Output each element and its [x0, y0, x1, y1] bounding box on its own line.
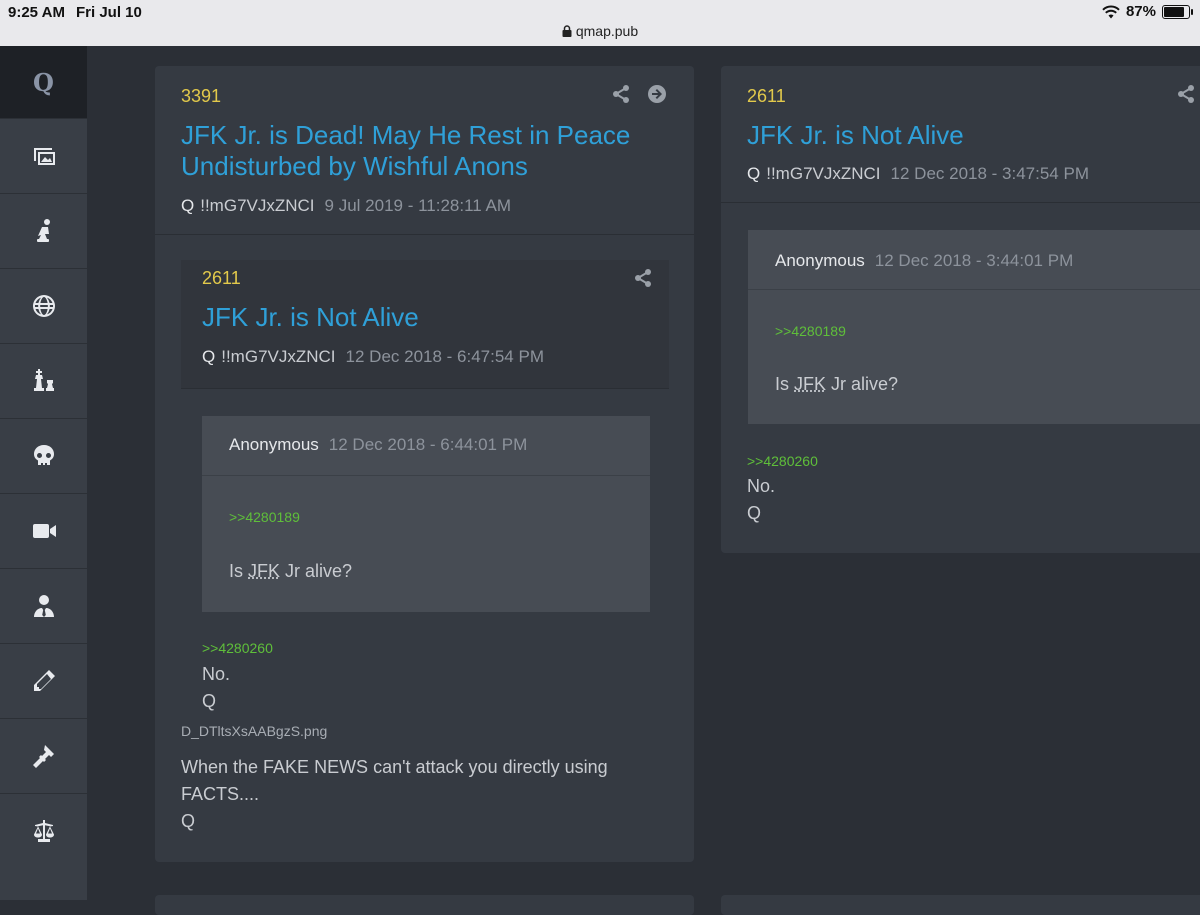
- kneeling-person-icon: [30, 217, 58, 245]
- divider: [181, 388, 669, 389]
- post-timestamp: 12 Dec 2018 - 6:47:54 PM: [346, 347, 544, 366]
- url-text: qmap.pub: [576, 23, 638, 39]
- anon-message: Is JFK Jr alive?: [775, 371, 898, 398]
- divider: [748, 289, 1200, 290]
- balance-scale-icon: [30, 817, 58, 845]
- user-tie-icon: [30, 592, 58, 620]
- post-card-next: [155, 895, 694, 915]
- post-timestamp: 9 Jul 2019 - 11:28:11 AM: [325, 196, 512, 215]
- sidebar-item-justice[interactable]: [0, 793, 87, 868]
- anon-header: Anonymous 12 Dec 2018 - 3:44:01 PM: [775, 251, 1073, 271]
- abbr-jfk: JFK: [248, 561, 280, 581]
- quoted-post-meta: Q !!mG7VJxZNCI 12 Dec 2018 - 6:47:54 PM: [202, 347, 544, 367]
- abbr-jfk: JFK: [794, 374, 826, 394]
- address-bar[interactable]: qmap.pub: [0, 23, 1200, 39]
- post-title[interactable]: JFK Jr. is Dead! May He Rest in Peace Un…: [181, 120, 681, 182]
- divider: [202, 475, 650, 476]
- globe-icon: [30, 292, 58, 320]
- attachment-filename[interactable]: D_DTltsXsAABgzS.png: [181, 723, 327, 739]
- post-number[interactable]: 3391: [181, 86, 221, 107]
- post-meta: Q !!mG7VJxZNCI 12 Dec 2018 - 3:47:54 PM: [747, 164, 1089, 184]
- reply-link[interactable]: >>4280260: [202, 640, 273, 656]
- sidebar-item-globe[interactable]: [0, 268, 87, 343]
- post-meta: Q !!mG7VJxZNCI 9 Jul 2019 - 11:28:11 AM: [181, 196, 511, 216]
- sidebar-item-chess[interactable]: [0, 343, 87, 418]
- post-timestamp: 12 Dec 2018 - 3:47:54 PM: [891, 164, 1089, 183]
- author-name: Q: [747, 164, 760, 183]
- wifi-icon: [1102, 5, 1120, 19]
- sidebar-item-gavel[interactable]: [0, 718, 87, 793]
- sidebar-logo[interactable]: Q: [0, 46, 87, 118]
- share-button[interactable]: [611, 84, 631, 104]
- post-number[interactable]: 2611: [747, 86, 786, 107]
- anon-message: Is JFK Jr alive?: [229, 558, 352, 585]
- lock-icon: [562, 25, 572, 37]
- battery-percent: 87%: [1126, 3, 1156, 20]
- post-card-3391: 3391 JFK Jr. is Dead! May He Rest in Pea…: [155, 66, 694, 862]
- share-button[interactable]: [1176, 84, 1196, 104]
- reply-link[interactable]: >>4280189: [775, 323, 846, 339]
- tripcode: !!mG7VJxZNCI: [766, 164, 880, 183]
- status-date: Fri Jul 10: [76, 4, 142, 21]
- pencil-icon: [30, 667, 58, 695]
- author-name: Q: [202, 347, 215, 366]
- reply-link[interactable]: >>4280260: [747, 453, 818, 469]
- chess-icon: [30, 367, 58, 395]
- reply-text: No. Q: [747, 473, 775, 527]
- sidebar-item-pencil[interactable]: [0, 643, 87, 718]
- arrow-circle-right-icon: [647, 84, 667, 104]
- share-icon: [1176, 84, 1196, 104]
- sidebar-item-video[interactable]: [0, 493, 87, 568]
- author-name: Q: [181, 196, 194, 215]
- gavel-icon: [30, 742, 58, 770]
- post-card-next: [721, 895, 1200, 915]
- anon-timestamp: 12 Dec 2018 - 3:44:01 PM: [875, 251, 1073, 270]
- status-time: 9:25 AM: [8, 4, 65, 21]
- reply-link[interactable]: >>4280189: [229, 509, 300, 525]
- sidebar-item-skull[interactable]: [0, 418, 87, 493]
- share-icon: [633, 268, 653, 288]
- quoted-post-title[interactable]: JFK Jr. is Not Alive: [202, 302, 419, 333]
- reply-text: No. Q: [202, 661, 230, 715]
- open-post-button[interactable]: [647, 84, 667, 104]
- anon-post: Anonymous 12 Dec 2018 - 6:44:01 PM >>4280…: [202, 416, 650, 612]
- sidebar-item-images[interactable]: [0, 118, 87, 193]
- divider: [721, 202, 1200, 203]
- sidebar-item-user[interactable]: [0, 568, 87, 643]
- battery-icon: [1162, 5, 1190, 19]
- tripcode: !!mG7VJxZNCI: [200, 196, 314, 215]
- quoted-share-button[interactable]: [633, 268, 653, 288]
- anon-post: Anonymous 12 Dec 2018 - 3:44:01 PM >>4280…: [748, 230, 1200, 424]
- post-body: When the FAKE NEWS can't attack you dire…: [181, 754, 608, 835]
- divider: [155, 234, 694, 235]
- quoted-post-number[interactable]: 2611: [202, 268, 241, 289]
- anon-timestamp: 12 Dec 2018 - 6:44:01 PM: [329, 435, 527, 454]
- sidebar-item-prayer[interactable]: [0, 193, 87, 268]
- post-card-2611: 2611 JFK Jr. is Not Alive Q !!mG7VJxZNCI 1…: [721, 66, 1200, 553]
- images-icon: [30, 142, 58, 170]
- anon-name: Anonymous: [775, 251, 865, 270]
- quoted-post: 2611 JFK Jr. is Not Alive Q !!mG7VJxZNCI 1…: [181, 260, 669, 388]
- video-camera-icon: [30, 517, 58, 545]
- anon-header: Anonymous 12 Dec 2018 - 6:44:01 PM: [229, 435, 527, 455]
- skull-icon: [30, 442, 58, 470]
- status-bar: 9:25 AM Fri Jul 10 qmap.pub 87%: [0, 0, 1200, 46]
- status-right: 87%: [1102, 3, 1190, 20]
- sidebar: Q: [0, 46, 87, 900]
- tripcode: !!mG7VJxZNCI: [221, 347, 335, 366]
- post-title[interactable]: JFK Jr. is Not Alive: [747, 120, 964, 151]
- anon-name: Anonymous: [229, 435, 319, 454]
- share-icon: [611, 84, 631, 104]
